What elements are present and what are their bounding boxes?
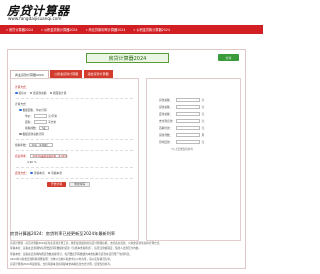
option-label: 按面积计算 — [53, 91, 67, 95]
divider — [16, 98, 133, 99]
radio-by-total[interactable] — [29, 91, 33, 95]
calculator-container: 房贷计算器2024 分享 商业贷款计算器2024 公积金贷款计算器 组合贷款计算… — [7, 49, 246, 269]
result-label: 还款总额： — [159, 112, 173, 117]
repay-row: 还款方式： 等额本息 等额本金 — [15, 170, 65, 176]
result-row: 房款总额： 元 — [159, 98, 204, 103]
result-label: 贷款月数： — [159, 133, 173, 138]
result-note: *以上结果仅供参考 — [171, 148, 194, 151]
price-unit: 元/平米 — [48, 114, 58, 118]
divider — [16, 167, 133, 168]
rate-value-row: 4.90 % — [27, 159, 38, 165]
rate-row: 商业利率： 2024年最新基准利率（4.90%） — [15, 153, 69, 159]
repay-label: 还款方式： — [15, 171, 29, 175]
article: 房贷计算器2024：房贷利率已经更新至2024年最新利率 房贷计算器 - 房贷计… — [10, 231, 242, 267]
term-select[interactable]: 20年（240期） — [29, 143, 54, 147]
radio-by-price[interactable] — [15, 91, 18, 95]
result-row: 还款总额： 元 — [159, 112, 204, 117]
result-label: 贷款总额： — [159, 105, 173, 110]
site-logo[interactable]: 房贷计算器 www.fangdaijisuanqi.com — [7, 2, 127, 26]
result-months — [176, 133, 200, 138]
calc-method-options: 按房价 按贷款总额 按面积计算 — [15, 90, 69, 96]
ratio-label: 按揭成数： — [25, 126, 39, 130]
result-loan-total — [176, 105, 200, 110]
divider — [16, 178, 133, 179]
result-monthly — [176, 140, 200, 145]
option-label: 根据面积、单价计算 — [22, 108, 47, 112]
price-label: 单价： — [25, 114, 34, 118]
rate-percent: 4.90 — [27, 160, 33, 164]
result-down-payment — [176, 126, 200, 131]
result-unit: 元 — [201, 126, 205, 131]
result-label: 首期付款： — [159, 126, 173, 131]
radio-equal-installment[interactable] — [30, 171, 33, 175]
calculate-button[interactable]: 开始计算 — [47, 181, 67, 187]
nav-item-provident[interactable]: 公积金贷款计算器2024 — [41, 27, 78, 32]
share-button[interactable]: 分享 — [218, 54, 239, 61]
area-option-2: 根据贷款总额计算 — [19, 131, 47, 137]
main-nav: 房贷计算器2024 公积金贷款计算器2024 商业贷款利率计算器2024 公积金… — [0, 25, 263, 34]
nav-item-home[interactable]: 房贷计算器2024 — [6, 27, 33, 32]
calc-method-label: 计算方式： — [15, 85, 29, 89]
option-label: 按房价 — [18, 91, 27, 95]
area-unit: 平方米 — [48, 120, 57, 124]
results-panel: 房款总额： 元 贷款总额： 元 还款总额： 元 支付利息款： 元 首期付款： 元… — [146, 78, 241, 241]
tab-commercial[interactable]: 商业贷款计算器2024 — [10, 70, 49, 78]
result-row: 首期付款： 元 — [159, 126, 204, 131]
result-house-total — [176, 98, 200, 103]
divider — [16, 139, 133, 140]
result-interest — [176, 119, 200, 124]
radio-equal-principal[interactable] — [47, 171, 51, 175]
rate-label: 商业利率： — [15, 154, 29, 158]
area-label: 面积： — [25, 120, 34, 124]
price-input[interactable] — [34, 114, 48, 118]
result-unit: 元 — [201, 98, 205, 103]
calculator-tabs: 商业贷款计算器2024 公积金贷款计算器 组合贷款计算器 — [10, 70, 114, 78]
option-label: 等额本息 — [33, 171, 45, 175]
page-title: 房贷计算器2024 — [86, 53, 169, 63]
site-url: www.fangdaijisuanqi.com — [8, 16, 62, 21]
option-label: 根据贷款总额计算 — [22, 132, 45, 136]
result-unit: 元 — [201, 140, 205, 145]
nav-item-commercial-rate[interactable]: 商业贷款利率计算器2024 — [86, 27, 126, 32]
result-unit: 元 — [201, 119, 205, 124]
result-row: 贷款月数： 月 — [159, 133, 204, 138]
term-label: 按揭年数： — [15, 143, 29, 147]
result-label: 月均还款： — [159, 140, 173, 145]
tab-combined[interactable]: 组合贷款计算器 — [83, 70, 113, 78]
divider — [16, 150, 133, 151]
article-line: 房贷计算器2024年最新版，支持等额本息和等额本金两种还款方式计算，结果仅供参考… — [10, 263, 113, 267]
ratio-select[interactable]: 7成 — [39, 126, 50, 130]
input-form: 计算方式： 按房价 按贷款总额 按面积计算 计算方式： 根据面积、单价计算 单价… — [10, 78, 139, 241]
result-unit: 月 — [201, 133, 205, 138]
result-unit: 元 — [201, 105, 205, 110]
nav-item-provident-2[interactable]: 公积金贷款计算器2024 — [133, 27, 170, 32]
radio-by-area[interactable] — [49, 91, 52, 95]
article-line: 等额本息：是指在还款期内每月偿还同等数额的贷款（包括本金和利息），每月还款额固定… — [10, 247, 141, 251]
result-row: 支付利息款： 元 — [159, 119, 204, 124]
result-row: 贷款总额： 元 — [159, 105, 204, 110]
radio-area-price[interactable] — [19, 108, 22, 112]
article-line: 等额本金：是指在还款期内把贷款数总额等分，每月偿还同等数额的本金和剩余贷款在该月… — [10, 252, 132, 256]
result-label: 支付利息款： — [159, 119, 176, 124]
area-input[interactable] — [34, 120, 48, 124]
result-row: 月均还款： 元 — [159, 140, 204, 145]
article-title: 房贷计算器2024：房贷利率已经更新至2024年最新利率 — [10, 231, 116, 236]
option-label: 等额本金 — [51, 171, 62, 175]
result-label: 房款总额： — [159, 98, 173, 103]
tab-provident[interactable]: 公积金贷款计算器 — [50, 70, 83, 78]
article-line: 2024年公积金贷款利率调整说明：具体以当地公积金中心公布为准，请以实际情况为准… — [10, 257, 113, 261]
rate-percent-unit: % — [33, 160, 37, 164]
article-line: 房贷计算器 - 房贷计算器2024是专业贷款计算工具，我们提供最新的房贷计算器功… — [10, 242, 162, 245]
area-method-label: 计算方式： — [15, 102, 29, 106]
radio-area-total[interactable] — [19, 132, 22, 136]
action-buttons: 开始计算 重新填写 — [47, 181, 93, 187]
reset-button[interactable]: 重新填写 — [69, 181, 91, 187]
rate-select[interactable]: 2024年最新基准利率（4.90%） — [30, 154, 69, 158]
term-row: 按揭年数： 20年（240期） — [15, 142, 54, 148]
result-repay-total — [176, 112, 200, 117]
result-unit: 元 — [201, 112, 205, 117]
option-label: 按贷款总额 — [33, 91, 47, 95]
